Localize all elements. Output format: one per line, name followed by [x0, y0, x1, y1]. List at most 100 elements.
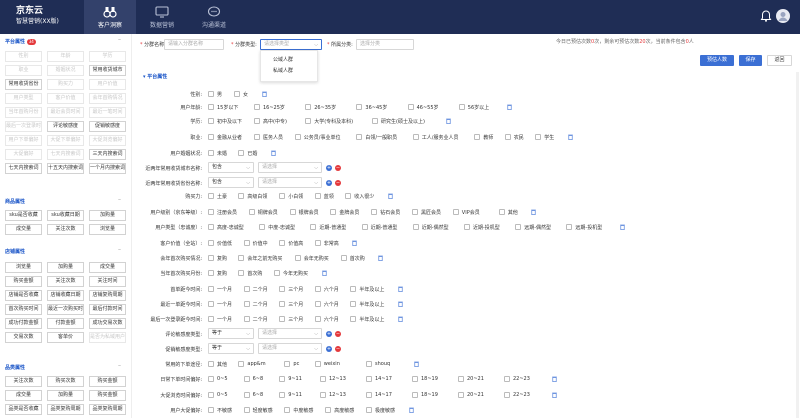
attribute-tag[interactable]: 三天内搜索词: [89, 149, 126, 160]
trash-icon[interactable]: [531, 209, 536, 215]
option-checkbox[interactable]: [279, 192, 286, 199]
attribute-tag[interactable]: 成交量: [89, 262, 126, 273]
option-checkbox[interactable]: [279, 285, 286, 292]
option-checkbox[interactable]: [372, 117, 378, 124]
avatar[interactable]: [776, 9, 790, 23]
remove-condition-icon[interactable]: −: [335, 165, 341, 171]
remove-condition-icon[interactable]: −: [335, 331, 341, 337]
option-checkbox[interactable]: [412, 208, 418, 215]
option-checkbox[interactable]: [243, 406, 250, 413]
option-checkbox[interactable]: [350, 285, 357, 292]
add-condition-icon[interactable]: +: [326, 180, 332, 186]
trash-icon[interactable]: [270, 150, 276, 156]
option-checkbox[interactable]: [243, 315, 250, 322]
add-condition-icon[interactable]: +: [326, 165, 332, 171]
option-checkbox[interactable]: [535, 133, 542, 140]
section-platform-attrs[interactable]: 平台属性 34: [5, 38, 36, 45]
trash-icon[interactable]: [446, 118, 451, 124]
option-checkbox[interactable]: [464, 223, 470, 230]
option-checkbox[interactable]: [356, 133, 363, 140]
save-button[interactable]: 保存: [739, 55, 762, 66]
option-checkbox[interactable]: [208, 133, 214, 140]
option-checkbox[interactable]: [289, 208, 296, 215]
section-category-attrs[interactable]: 品类属性: [5, 364, 25, 371]
attribute-tag[interactable]: 成功付款金额: [5, 318, 42, 329]
option-checkbox[interactable]: [259, 223, 266, 230]
option-checkbox[interactable]: [458, 391, 464, 398]
trash-icon[interactable]: [262, 91, 267, 97]
option-checkbox[interactable]: [515, 223, 522, 230]
option-checkbox[interactable]: [238, 254, 245, 261]
option-checkbox[interactable]: [314, 360, 321, 367]
option-checkbox[interactable]: [208, 90, 214, 97]
option-checkbox[interactable]: [314, 285, 321, 292]
attribute-tag[interactable]: 首次购买时间: [5, 304, 42, 315]
option-checkbox[interactable]: [325, 406, 332, 413]
option-checkbox[interactable]: [340, 254, 347, 261]
attribute-tag[interactable]: 店铺是否收藏: [5, 290, 42, 301]
attribute-tag[interactable]: 交易次数: [5, 332, 42, 343]
section-store-attrs[interactable]: 店铺属性: [5, 248, 25, 255]
back-button[interactable]: 返回: [767, 55, 792, 66]
option-checkbox[interactable]: [366, 406, 372, 413]
option-checkbox[interactable]: [356, 103, 363, 110]
attribute-tag[interactable]: 一个月内搜索词: [89, 163, 126, 174]
operator-select[interactable]: 等于 ⌵: [208, 328, 254, 339]
option-checkbox[interactable]: [504, 375, 510, 382]
trash-icon[interactable]: [398, 301, 404, 307]
attribute-tag[interactable]: 浏览量: [89, 224, 126, 235]
option-checkbox[interactable]: [345, 192, 352, 199]
option-checkbox[interactable]: [243, 300, 250, 307]
value-select[interactable]: 请选择 ⌵: [258, 328, 322, 339]
option-checkbox[interactable]: [474, 133, 481, 140]
option-checkbox[interactable]: [294, 254, 301, 261]
option-checkbox[interactable]: [208, 391, 214, 398]
option-checkbox[interactable]: [208, 406, 214, 413]
option-checkbox[interactable]: [248, 208, 255, 215]
attribute-tag[interactable]: sku收藏日期: [47, 210, 84, 221]
option-checkbox[interactable]: [314, 192, 321, 199]
option-checkbox[interactable]: [305, 117, 312, 124]
trash-icon[interactable]: [322, 270, 327, 276]
option-checkbox[interactable]: [314, 300, 321, 307]
remove-condition-icon[interactable]: −: [335, 346, 341, 352]
remove-condition-icon[interactable]: −: [335, 180, 341, 186]
option-checkbox[interactable]: [254, 133, 260, 140]
attribute-tag[interactable]: 七天内搜索词: [5, 163, 42, 174]
dropdown-option[interactable]: 私域人群: [261, 66, 317, 77]
attribute-tag[interactable]: 常用收货省份: [5, 79, 42, 90]
attribute-tag[interactable]: 加购量: [47, 390, 84, 401]
bell-icon[interactable]: [760, 10, 772, 22]
option-checkbox[interactable]: [238, 192, 245, 199]
option-checkbox[interactable]: [314, 239, 321, 246]
trash-icon[interactable]: [388, 193, 393, 199]
vertical-scrollbar[interactable]: [796, 72, 799, 418]
option-checkbox[interactable]: [320, 375, 326, 382]
option-checkbox[interactable]: [371, 208, 378, 215]
add-condition-icon[interactable]: +: [326, 346, 332, 352]
nav-data-marketing[interactable]: 数据营销: [136, 0, 188, 34]
attribute-tag[interactable]: 品类复购周期: [89, 404, 126, 415]
nav-communication-channels[interactable]: 沟通渠道: [188, 0, 240, 34]
trash-icon[interactable]: [552, 376, 557, 382]
option-checkbox[interactable]: [279, 391, 286, 398]
value-select[interactable]: 请选择 ⌵: [258, 343, 322, 354]
category-select[interactable]: 选择分类: [356, 39, 414, 50]
option-checkbox[interactable]: [412, 133, 419, 140]
attribute-tag[interactable]: 最近一次购买时间: [47, 304, 84, 315]
option-checkbox[interactable]: [208, 315, 214, 322]
option-checkbox[interactable]: [407, 103, 414, 110]
attribute-tag[interactable]: 加购量: [89, 210, 126, 221]
option-checkbox[interactable]: [452, 208, 459, 215]
option-checkbox[interactable]: [366, 375, 372, 382]
option-checkbox[interactable]: [208, 360, 214, 367]
attribute-tag[interactable]: 品类是否收藏: [5, 404, 42, 415]
option-checkbox[interactable]: [208, 254, 214, 261]
option-checkbox[interactable]: [279, 315, 286, 322]
attribute-tag[interactable]: 加购量: [47, 262, 84, 273]
option-checkbox[interactable]: [314, 315, 321, 322]
option-checkbox[interactable]: [238, 360, 245, 367]
attribute-tag[interactable]: 成功交易次数: [89, 318, 126, 329]
option-checkbox[interactable]: [366, 360, 372, 367]
option-checkbox[interactable]: [320, 391, 326, 398]
